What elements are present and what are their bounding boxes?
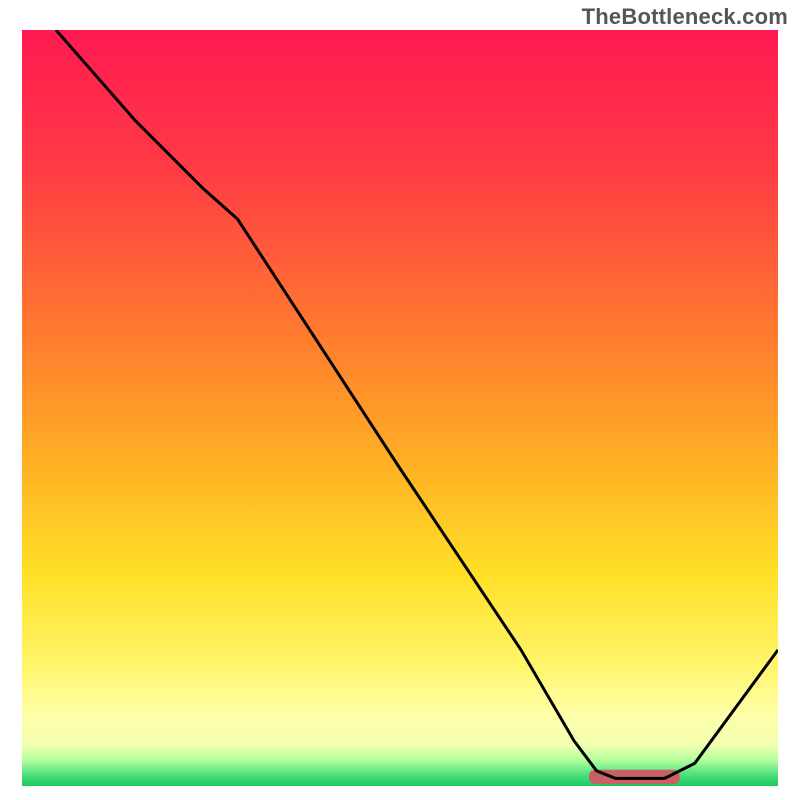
chart-stage: TheBottleneck.com — [0, 0, 800, 800]
plot-svg — [22, 30, 778, 786]
plot-area — [22, 30, 778, 786]
attribution-label: TheBottleneck.com — [582, 4, 788, 30]
gradient-background — [22, 30, 778, 786]
